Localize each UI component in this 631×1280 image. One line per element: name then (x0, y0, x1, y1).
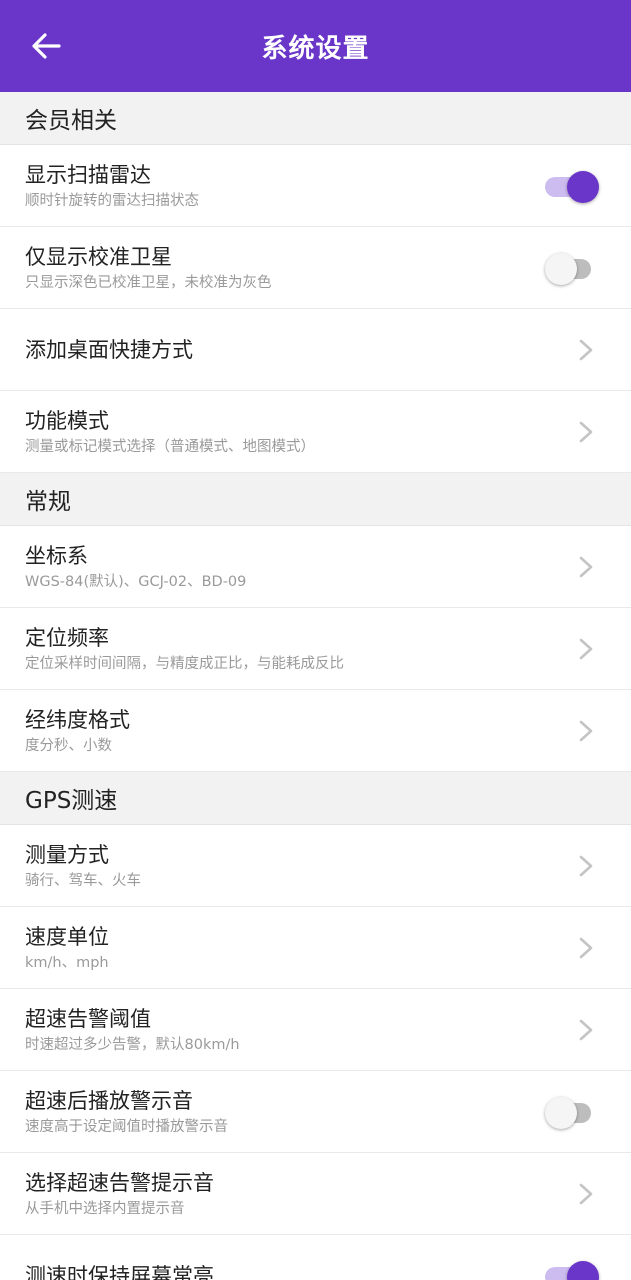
setting-description: 骑行、驾车、火车 (25, 873, 141, 889)
page-title: 系统设置 (261, 33, 370, 64)
chevron-right-icon (579, 855, 593, 876)
setting-lat-lng-format[interactable]: 经纬度格式 度分秒、小数 (0, 690, 631, 772)
setting-label: 超速告警阈值 (25, 1007, 151, 1031)
setting-overspeed-threshold[interactable]: 超速告警阈值 时速超过多少告警，默认80km/h (0, 989, 631, 1071)
setting-description: 时速超过多少告警，默认80km/h (25, 1037, 240, 1053)
setting-label: 测量方式 (25, 843, 109, 867)
setting-description: 只显示深色已校准卫星，未校准为灰色 (25, 275, 272, 291)
section-header-gps-speed: GPS测速 (0, 772, 631, 825)
setting-description: km/h、mph (25, 955, 109, 971)
setting-label: 超速后播放警示音 (25, 1089, 193, 1113)
calibrated-satellites-toggle[interactable] (545, 249, 601, 287)
setting-select-alarm-tone[interactable]: 选择超速告警提示音 从手机中选择内置提示音 (0, 1153, 631, 1235)
chevron-right-icon (579, 556, 593, 577)
setting-location-frequency[interactable]: 定位频率 定位采样时间间隔，与精度成正比，与能耗成反比 (0, 608, 631, 690)
setting-speed-unit[interactable]: 速度单位 km/h、mph (0, 907, 631, 989)
toggle-thumb (567, 1260, 599, 1280)
section-header-membership: 会员相关 (0, 92, 631, 145)
overspeed-alarm-toggle[interactable] (545, 1093, 601, 1131)
toggle-thumb (567, 170, 599, 203)
arrow-left-icon (32, 33, 61, 59)
setting-label: 速度单位 (25, 925, 109, 949)
setting-label: 经纬度格式 (25, 708, 130, 732)
setting-coordinate-system[interactable]: 坐标系 WGS-84(默认)、GCJ-02、BD-09 (0, 526, 631, 608)
setting-description: 测量或标记模式选择（普通模式、地图模式） (25, 439, 315, 455)
chevron-right-icon (579, 1019, 593, 1040)
setting-description: WGS-84(默认)、GCJ-02、BD-09 (25, 574, 247, 590)
settings-screen: 系统设置 会员相关 显示扫描雷达 顺时针旋转的雷达扫描状态 仅显示校准卫星 只显… (0, 0, 631, 1280)
toggle-thumb (545, 1096, 577, 1129)
setting-label: 测速时保持屏幕常亮 (25, 1263, 214, 1280)
setting-description: 速度高于设定阈值时播放警示音 (25, 1119, 228, 1135)
chevron-right-icon (579, 339, 593, 360)
setting-label: 显示扫描雷达 (25, 163, 151, 187)
setting-description: 度分秒、小数 (25, 738, 112, 754)
keep-screen-on-toggle[interactable] (545, 1257, 601, 1280)
setting-calibrated-satellites-only[interactable]: 仅显示校准卫星 只显示深色已校准卫星，未校准为灰色 (0, 227, 631, 309)
setting-label: 定位频率 (25, 626, 109, 650)
setting-keep-screen-on[interactable]: 测速时保持屏幕常亮 (0, 1235, 631, 1280)
setting-label: 功能模式 (25, 409, 109, 433)
setting-description: 从手机中选择内置提示音 (25, 1201, 185, 1217)
setting-label: 仅显示校准卫星 (25, 245, 172, 269)
section-header-general: 常规 (0, 473, 631, 526)
chevron-right-icon (579, 638, 593, 659)
setting-function-mode[interactable]: 功能模式 测量或标记模式选择（普通模式、地图模式） (0, 391, 631, 473)
toggle-thumb (545, 252, 577, 285)
top-app-bar: 系统设置 (0, 0, 631, 92)
setting-description: 定位采样时间间隔，与精度成正比，与能耗成反比 (25, 656, 344, 672)
setting-description: 顺时针旋转的雷达扫描状态 (25, 193, 199, 209)
setting-label: 添加桌面快捷方式 (25, 337, 193, 362)
setting-overspeed-alarm-sound[interactable]: 超速后播放警示音 速度高于设定阈值时播放警示音 (0, 1071, 631, 1153)
setting-add-desktop-shortcut[interactable]: 添加桌面快捷方式 (0, 309, 631, 391)
chevron-right-icon (579, 1183, 593, 1204)
back-button[interactable] (24, 26, 68, 66)
setting-label: 选择超速告警提示音 (25, 1171, 214, 1195)
show-scan-radar-toggle[interactable] (545, 167, 601, 205)
chevron-right-icon (579, 421, 593, 442)
setting-measurement-mode[interactable]: 测量方式 骑行、驾车、火车 (0, 825, 631, 907)
chevron-right-icon (579, 937, 593, 958)
chevron-right-icon (579, 720, 593, 741)
setting-show-scan-radar[interactable]: 显示扫描雷达 顺时针旋转的雷达扫描状态 (0, 145, 631, 227)
setting-label: 坐标系 (25, 544, 88, 568)
